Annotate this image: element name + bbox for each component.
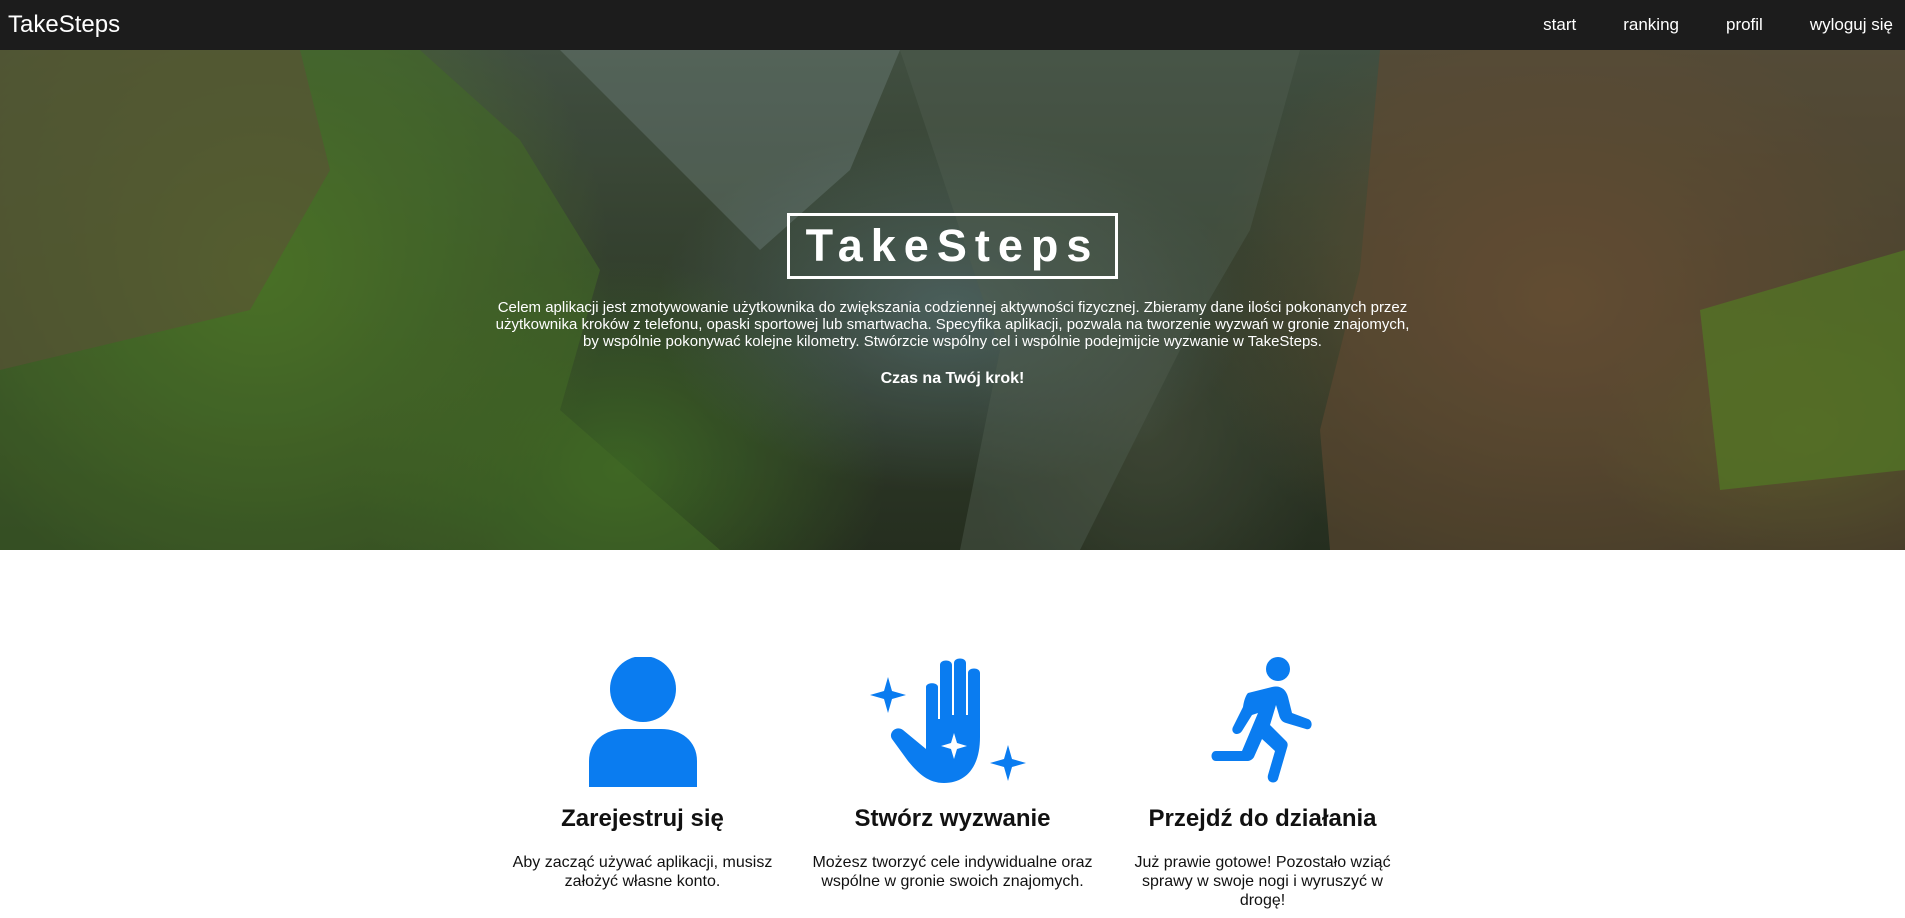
nav-link-start[interactable]: start bbox=[1543, 15, 1576, 35]
feature-text: Aby zacząć używać aplikacji, musisz zało… bbox=[512, 854, 773, 890]
feature-title: Zarejestruj się bbox=[561, 805, 724, 832]
feature-challenge: Stwórz wyzwanie Możesz tworzyć cele indy… bbox=[798, 550, 1108, 918]
hero-cta-text: Czas na Twój krok! bbox=[880, 370, 1025, 387]
nav-link-profil[interactable]: profil bbox=[1726, 15, 1763, 35]
nav-link-logout[interactable]: wyloguj się bbox=[1810, 15, 1893, 35]
hero-section: TakeSteps Celem aplikacji jest zmotywowa… bbox=[0, 50, 1905, 550]
nav-link-ranking[interactable]: ranking bbox=[1623, 15, 1679, 35]
feature-title: Stwórz wyzwanie bbox=[854, 805, 1051, 832]
running-person-icon bbox=[1108, 657, 1418, 787]
feature-text: Możesz tworzyć cele indywidualne oraz ws… bbox=[812, 854, 1093, 890]
features-section: Zarejestruj się Aby zacząć używać aplika… bbox=[0, 550, 1905, 918]
hero-content: TakeSteps Celem aplikacji jest zmotywowa… bbox=[0, 50, 1905, 550]
feature-action: Przejdź do działania Już prawie gotowe! … bbox=[1108, 550, 1418, 918]
feature-text: Już prawie gotowe! Pozostało wziąć spraw… bbox=[1134, 854, 1391, 909]
feature-register: Zarejestruj się Aby zacząć używać aplika… bbox=[488, 550, 798, 918]
sparkle-hand-icon bbox=[798, 657, 1108, 787]
nav-links: start ranking profil wyloguj się bbox=[1496, 15, 1893, 35]
hero-description: Celem aplikacji jest zmotywowanie użytko… bbox=[495, 299, 1410, 350]
top-navbar: TakeSteps start ranking profil wyloguj s… bbox=[0, 0, 1905, 50]
brand-link[interactable]: TakeSteps bbox=[8, 11, 120, 39]
hero-title: TakeSteps bbox=[786, 213, 1119, 279]
user-icon bbox=[488, 657, 798, 787]
feature-title: Przejdź do działania bbox=[1148, 805, 1377, 832]
